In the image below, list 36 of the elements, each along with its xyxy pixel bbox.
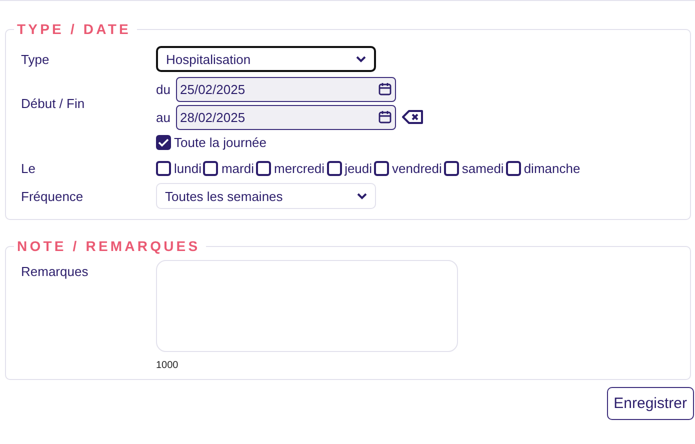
- section-title: NOTE / REMARQUES: [16, 238, 202, 254]
- field-label: Remarques: [21, 264, 90, 279]
- save-button[interactable]: Enregistrer: [606, 387, 694, 420]
- date-field[interactable]: 25/02/2025: [176, 76, 396, 102]
- checkbox-label: vendredi: [392, 160, 442, 176]
- checkbox[interactable]: [203, 160, 218, 176]
- checkbox-label: jeudi: [344, 160, 372, 176]
- character-counter: 1000: [156, 360, 180, 371]
- checkbox[interactable]: [506, 160, 521, 176]
- checkbox[interactable]: [374, 160, 390, 176]
- type-select[interactable]: Hospitalisation: [156, 46, 376, 72]
- checkbox[interactable]: [156, 160, 171, 176]
- checkbox-label: dimanche: [524, 160, 580, 176]
- date-prefix: du: [156, 82, 172, 96]
- date-prefix: au: [156, 110, 172, 124]
- section-title: TYPE / DATE: [16, 21, 132, 37]
- field-label: Fréquence: [21, 188, 84, 204]
- chevron-down-icon: [357, 192, 367, 200]
- field-label: Type: [21, 52, 50, 66]
- checkbox-label: Toute la journée: [174, 135, 267, 150]
- calendar-icon[interactable]: [378, 110, 392, 124]
- checkbox-label: lundi: [174, 160, 202, 176]
- checkbox-label: mercredi: [274, 160, 325, 176]
- field-label: Début / Fin: [21, 96, 86, 110]
- clear-icon[interactable]: [402, 110, 424, 124]
- checkbox[interactable]: [156, 135, 171, 150]
- calendar-icon[interactable]: [378, 82, 392, 96]
- checkbox[interactable]: [444, 160, 459, 176]
- checkbox[interactable]: [326, 160, 342, 176]
- checkbox-label: samedi: [462, 160, 504, 176]
- checkbox[interactable]: [256, 160, 271, 176]
- chevron-down-icon: [356, 56, 366, 62]
- frequency-select[interactable]: Toutes les semaines: [156, 183, 376, 209]
- field-label: Le: [21, 160, 36, 176]
- checkbox-label: mardi: [221, 160, 254, 176]
- date-field[interactable]: 28/02/2025: [176, 104, 396, 130]
